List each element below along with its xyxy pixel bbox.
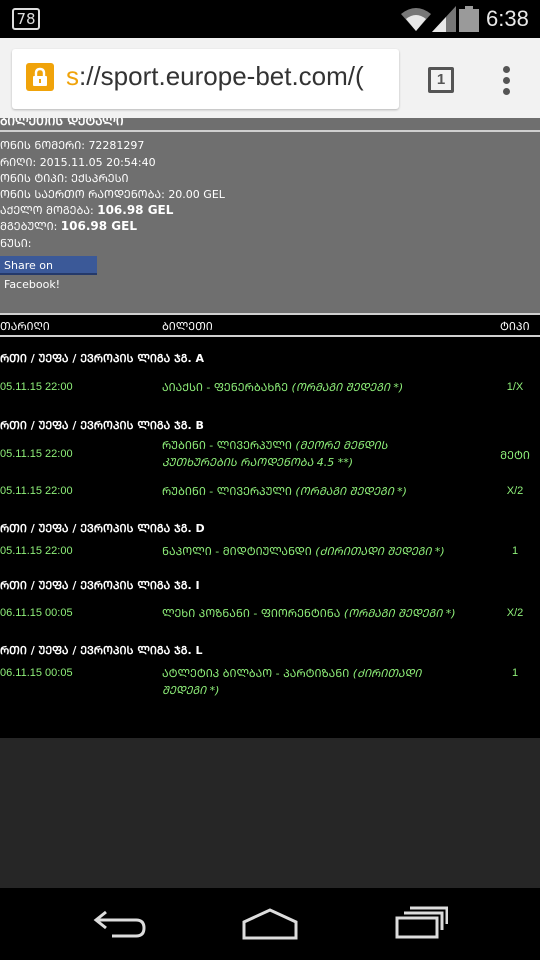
column-header-event: ᲑᲘᲚᲔᲗᲘ [162,320,213,333]
bonus-row: ᲜᲣᲡᲘ: [0,236,31,251]
navigation-bar [0,888,540,960]
back-icon[interactable] [92,908,148,940]
status-bar: 78 6:38 [0,0,540,38]
bet-event: ᲠᲣᲑᲘᲜᲘ - ᲚᲘᲕᲔᲠᲞᲣᲚᲘ (ᲛᲔᲝᲠᲔ ᲛᲔᲜᲓᲘᲡ ᲙᲣᲗᲮᲣᲠᲔ… [162,437,462,471]
ticket-amount-label: ᲝᲜᲘᲡ ᲡᲐᲔᲠᲗᲝ ᲠᲐᲝᲓᲔᲜᲝᲑᲐ: [0,188,169,201]
browser-toolbar: s://sport.europe-bet.com/( 1 [0,38,540,118]
win-row: ᲛᲒᲔᲑᲣᲚᲘ: 106.98 GEL [0,219,137,234]
win-value: 106.98 GEL [60,219,137,233]
league-group-title: ᲠᲗᲘ / ᲣᲔᲤᲐ / ᲔᲕᲠᲝᲞᲘᲡ ᲚᲘᲒᲐ ᲯᲒ. I [0,579,200,592]
ticket-date-value: 2015.11.05 20:54:40 [39,156,156,169]
bet-type: 1 [511,545,519,557]
url-bar[interactable]: s://sport.europe-bet.com/( [12,49,399,109]
ticket-type-label: ᲝᲜᲘᲡ ᲢᲘᲞᲘ: [0,172,72,185]
bet-market: (ᲝᲠᲛᲐᲒᲘ ᲨᲔᲓᲔᲒᲘ *) [295,485,407,498]
page-content: ᲑᲘᲚᲔᲗᲘᲡ ᲓᲔᲢᲐᲚᲘ ᲝᲜᲘᲡ ᲜᲝᲛᲔᲠᲘ: 72281297 ᲠᲘᲦ… [0,118,540,888]
bet-date: 05.11.15 22:00 [0,448,73,460]
column-header-type: ᲢᲘᲞᲘ [500,320,530,333]
ticket-amount-row: ᲝᲜᲘᲡ ᲡᲐᲔᲠᲗᲝ ᲠᲐᲝᲓᲔᲜᲝᲑᲐ: 20.00 GEL [0,187,225,202]
league-group-title: ᲠᲗᲘ / ᲣᲔᲤᲐ / ᲔᲕᲠᲝᲞᲘᲡ ᲚᲘᲒᲐ ᲯᲒ. A [0,352,204,365]
bet-date: 05.11.15 22:00 [0,485,73,497]
bonus-label: ᲜᲣᲡᲘ: [0,237,32,250]
divider [0,130,540,132]
league-group-title: ᲠᲗᲘ / ᲣᲔᲤᲐ / ᲔᲕᲠᲝᲞᲘᲡ ᲚᲘᲒᲐ ᲯᲒ. L [0,644,203,657]
bet-match: ᲚᲔᲮᲘ ᲞᲝᲖᲜᲐᲜᲘ - ᲤᲘᲝᲠᲔᲜᲢᲘᲜᲐ [162,607,344,620]
battery-icon [459,6,479,32]
league-group-title: ᲠᲗᲘ / ᲣᲔᲤᲐ / ᲔᲕᲠᲝᲞᲘᲡ ᲚᲘᲒᲐ ᲯᲒ. D [0,522,205,535]
bet-type: X/2 [506,607,524,619]
overflow-menu-icon[interactable] [500,66,512,96]
notification-icon: 78 [12,8,40,30]
possible-win-row: ᲐᲥᲔᲚᲝ ᲛᲝᲒᲔᲑᲐ: 106.98 GEL [0,203,173,218]
recents-icon[interactable] [394,906,448,940]
bet-date: 06.11.15 00:05 [0,667,73,679]
share-facebook-button[interactable]: Share on Facebook! [0,256,97,291]
bet-market: (ᲝᲠᲛᲐᲒᲘ ᲨᲔᲓᲔᲒᲘ *) [343,607,456,620]
url-text[interactable]: s://sport.europe-bet.com/( [66,61,364,92]
page-footer [0,738,540,888]
ticket-date-row: ᲠᲘᲦᲘ: 2015.11.05 20:54:40 [0,155,156,170]
bet-match: ᲠᲣᲑᲘᲜᲘ - ᲚᲘᲕᲔᲠᲞᲣᲚᲘ [162,485,296,498]
bet-match: ᲐᲢᲚᲔᲢᲘᲙ ᲑᲘᲚᲑᲐᲝ - ᲞᲐᲠᲢᲘᲖᲐᲜᲘ [162,667,353,680]
url-scheme: s [66,61,79,91]
bet-match: ᲐᲘᲐᲥᲡᲘ - ᲤᲔᲜᲔᲠᲑᲐᲮᲩᲔ [162,381,292,394]
bet-event: ᲜᲐᲞᲝᲚᲘ - ᲛᲘᲓᲢᲘᲣᲚᲐᲜᲓᲘ (ᲫᲘᲠᲘᲗᲐᲓᲘ ᲨᲔᲓᲔᲒᲘ *) [162,543,462,560]
league-group-title: ᲠᲗᲘ / ᲣᲔᲤᲐ / ᲔᲕᲠᲝᲞᲘᲡ ᲚᲘᲒᲐ ᲯᲒ. B [0,419,204,432]
home-icon[interactable] [240,908,300,940]
divider [0,313,540,315]
bet-match: ᲠᲣᲑᲘᲜᲘ - ᲚᲘᲕᲔᲠᲞᲣᲚᲘ [162,439,296,452]
bet-event: ᲐᲘᲐᲥᲡᲘ - ᲤᲔᲜᲔᲠᲑᲐᲮᲩᲔ (ᲝᲠᲛᲐᲒᲘ ᲨᲔᲓᲔᲒᲘ *) [162,379,462,396]
bet-type: ᲛᲔᲢᲘ [500,450,530,462]
signal-icon [432,6,456,32]
ticket-type-value: ᲔᲥᲡᲞᲠᲔᲡᲘ [71,172,129,185]
bet-type: 1 [511,667,519,679]
ticket-type-row: ᲝᲜᲘᲡ ᲢᲘᲞᲘ: ᲔᲥᲡᲞᲠᲔᲡᲘ [0,171,129,186]
possible-win-label: ᲐᲥᲔᲚᲝ ᲛᲝᲒᲔᲑᲐ: [0,204,98,217]
ticket-title: ᲑᲘᲚᲔᲗᲘᲡ ᲓᲔᲢᲐᲚᲘ [0,118,124,128]
bet-market: (ᲫᲘᲠᲘᲗᲐᲓᲘ ᲨᲔᲓᲔᲒᲘ *) [315,545,445,558]
column-header-date: ᲗᲐᲠᲘᲦᲘ [0,320,50,333]
bet-type: X/2 [506,485,524,497]
bet-type: 1/X [506,381,524,393]
url-rest: ://sport.europe-bet.com/( [79,61,364,91]
lock-icon[interactable] [26,63,54,91]
bet-match: ᲜᲐᲞᲝᲚᲘ - ᲛᲘᲓᲢᲘᲣᲚᲐᲜᲓᲘ [162,545,316,558]
ticket-number-value: 72281297 [88,139,145,152]
bet-date: 05.11.15 22:00 [0,545,73,557]
ticket-info-panel: ᲑᲘᲚᲔᲗᲘᲡ ᲓᲔᲢᲐᲚᲘ ᲝᲜᲘᲡ ᲜᲝᲛᲔᲠᲘ: 72281297 ᲠᲘᲦ… [0,118,540,313]
bet-event: ᲐᲢᲚᲔᲢᲘᲙ ᲑᲘᲚᲑᲐᲝ - ᲞᲐᲠᲢᲘᲖᲐᲜᲘ (ᲫᲘᲠᲘᲗᲐᲓᲘ ᲨᲔᲓ… [162,665,462,699]
ticket-date-label: ᲠᲘᲦᲘ: [0,156,40,169]
bet-date: 05.11.15 22:00 [0,381,73,393]
possible-win-value: 106.98 GEL [97,203,174,217]
divider [0,335,540,337]
bet-market: (ᲝᲠᲛᲐᲒᲘ ᲨᲔᲓᲔᲒᲘ *) [291,381,404,394]
bet-event: ᲠᲣᲑᲘᲜᲘ - ᲚᲘᲕᲔᲠᲞᲣᲚᲘ (ᲝᲠᲛᲐᲒᲘ ᲨᲔᲓᲔᲒᲘ *) [162,483,462,500]
ticket-number-label: ᲝᲜᲘᲡ ᲜᲝᲛᲔᲠᲘ: [0,139,89,152]
ticket-number-row: ᲝᲜᲘᲡ ᲜᲝᲛᲔᲠᲘ: 72281297 [0,138,144,153]
ticket-amount-value: 20.00 GEL [168,188,225,201]
clock: 6:38 [486,6,529,31]
tab-switcher-button[interactable]: 1 [428,67,454,93]
bet-event: ᲚᲔᲮᲘ ᲞᲝᲖᲜᲐᲜᲘ - ᲤᲘᲝᲠᲔᲜᲢᲘᲜᲐ (ᲝᲠᲛᲐᲒᲘ ᲨᲔᲓᲔᲒᲘ… [162,605,462,622]
wifi-icon [401,8,431,31]
win-label: ᲛᲒᲔᲑᲣᲚᲘ: [0,220,61,233]
bet-date: 06.11.15 00:05 [0,607,73,619]
